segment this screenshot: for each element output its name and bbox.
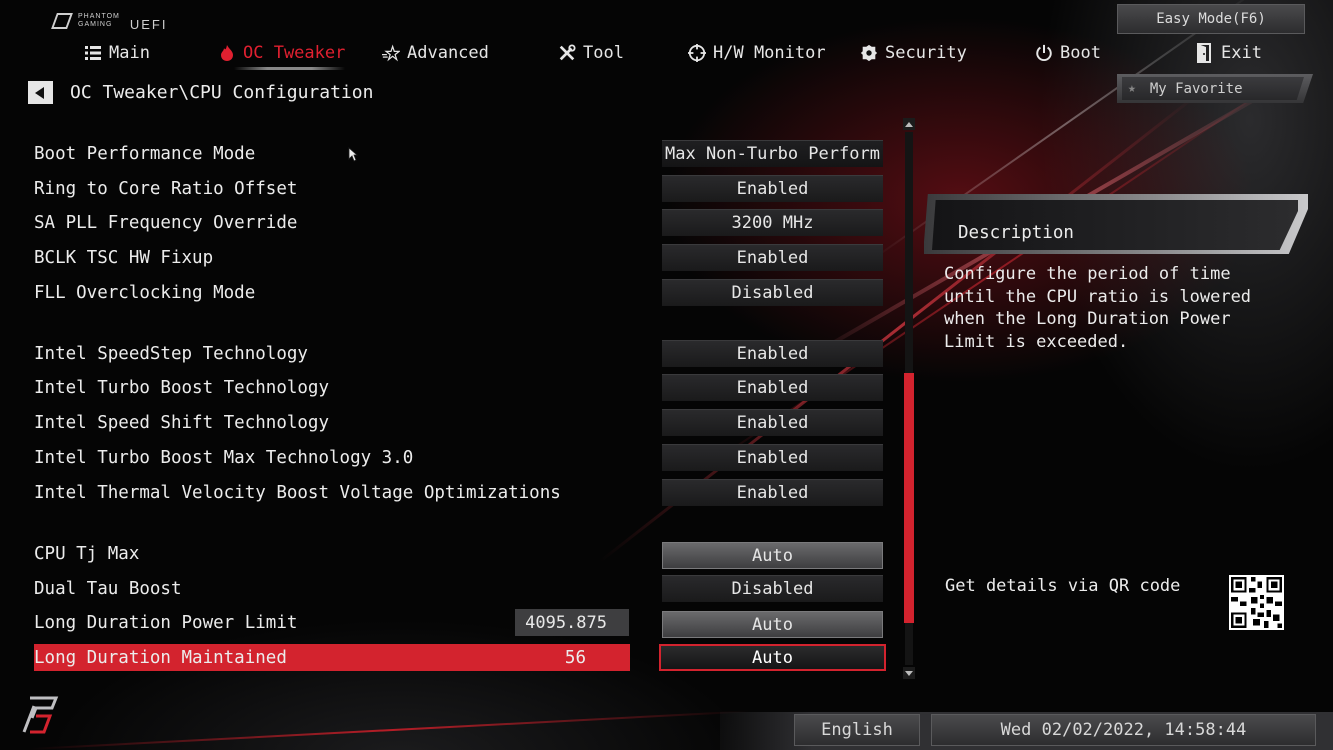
setting-value-bclk-tsc-hw-fixup[interactable]: Enabled: [662, 244, 883, 271]
setting-value-intel-tvb-voltage-opt[interactable]: Enabled: [662, 479, 883, 506]
long-duration-power-limit-number[interactable]: 4095.875: [515, 609, 629, 636]
setting-row-bclk-tsc-hw-fixup[interactable]: BCLK TSC HW Fixup: [34, 244, 630, 271]
date-time-display: Wed 02/02/2022, 14:58:44: [931, 714, 1316, 746]
easy-mode-button[interactable]: Easy Mode(F6): [1117, 4, 1305, 34]
setting-row-sa-pll-frequency-override[interactable]: SA PLL Frequency Override: [34, 209, 630, 236]
phantom-gaming-footer-logo-icon: [16, 692, 62, 742]
setting-row-cpu-tj-max[interactable]: CPU Tj Max: [34, 540, 630, 567]
star-icon: [382, 44, 400, 62]
tab-boot-label: Boot: [1060, 43, 1101, 63]
setting-label: Long Duration Maintained: [34, 647, 287, 668]
setting-value-boot-performance-mode[interactable]: Max Non-Turbo Perform...: [662, 140, 883, 167]
setting-row-dual-tau-boost[interactable]: Dual Tau Boost: [34, 575, 630, 602]
mouse-cursor-icon: [348, 147, 359, 166]
scroll-up-arrow-icon[interactable]: [903, 118, 915, 130]
setting-label: Intel Thermal Velocity Boost Voltage Opt…: [34, 482, 561, 503]
my-favorite-label: My Favorite: [1149, 80, 1243, 97]
brand-text: PHANTOM GAMING: [78, 13, 120, 29]
tab-boot[interactable]: Boot: [1035, 38, 1101, 68]
setting-label: CPU Tj Max: [34, 543, 140, 564]
breadcrumb: OC Tweaker\CPU Configuration: [70, 82, 374, 103]
setting-label: Long Duration Power Limit: [34, 612, 298, 633]
tab-tool-label: Tool: [583, 43, 624, 63]
tab-security-label: Security: [885, 43, 967, 63]
setting-row-intel-tvb-voltage-opt[interactable]: Intel Thermal Velocity Boost Voltage Opt…: [34, 479, 630, 506]
tab-hw-monitor-label: H/W Monitor: [713, 43, 826, 63]
setting-label: SA PLL Frequency Override: [34, 212, 298, 233]
tab-exit[interactable]: Exit: [1196, 38, 1262, 68]
setting-value-intel-turbo-boost-max-3[interactable]: Enabled: [662, 444, 883, 471]
uefi-label: UEFI: [129, 17, 168, 32]
setting-row-fll-overclocking-mode[interactable]: FLL Overclocking Mode: [34, 279, 630, 306]
setting-row-intel-turbo-boost[interactable]: Intel Turbo Boost Technology: [34, 374, 630, 401]
phantom-gaming-mark-icon: [51, 12, 73, 30]
setting-value-dual-tau-boost[interactable]: Disabled: [662, 575, 883, 602]
setting-value-intel-turbo-boost[interactable]: Enabled: [662, 374, 883, 401]
tab-tool[interactable]: Tool: [558, 38, 624, 68]
power-icon: [1035, 44, 1053, 62]
brand-line-2: GAMING: [78, 20, 113, 28]
setting-value-intel-speed-shift[interactable]: Enabled: [662, 409, 883, 436]
crosshair-icon: [688, 44, 706, 62]
tab-oc-tweaker[interactable]: OC Tweaker: [218, 38, 346, 70]
flame-icon: [218, 44, 236, 62]
setting-row-intel-speed-shift[interactable]: Intel Speed Shift Technology: [34, 409, 630, 436]
setting-label: Ring to Core Ratio Offset: [34, 178, 298, 199]
setting-row-intel-speedstep[interactable]: Intel SpeedStep Technology: [34, 340, 630, 367]
setting-value-long-duration-power-limit[interactable]: Auto: [662, 611, 883, 638]
setting-label: FLL Overclocking Mode: [34, 282, 256, 303]
phantom-gaming-logo: PHANTOM GAMING UEFI: [51, 9, 168, 32]
back-button[interactable]: [28, 81, 53, 104]
long-duration-maintained-number[interactable]: 56: [565, 644, 586, 671]
setting-label: Intel Turbo Boost Max Technology 3.0: [34, 447, 414, 468]
setting-row-intel-turbo-boost-max-3[interactable]: Intel Turbo Boost Max Technology 3.0: [34, 444, 630, 471]
setting-value-long-duration-maintained[interactable]: Auto: [659, 644, 886, 671]
scroll-down-arrow-icon[interactable]: [903, 667, 915, 679]
shield-icon: [860, 44, 878, 62]
qr-code-icon[interactable]: [1229, 575, 1284, 630]
setting-label: Boot Performance Mode: [34, 143, 256, 164]
tab-security[interactable]: Security: [860, 38, 967, 68]
tab-oc-tweaker-label: OC Tweaker: [243, 43, 346, 63]
setting-value-cpu-tj-max[interactable]: Auto: [662, 542, 883, 569]
setting-value-ring-to-core-ratio-offset[interactable]: Enabled: [662, 175, 883, 202]
scrollbar-thumb[interactable]: [904, 373, 914, 623]
list-icon: [84, 44, 102, 62]
my-favorite-button[interactable]: ★ My Favorite: [1122, 77, 1304, 100]
setting-row-ring-to-core-ratio-offset[interactable]: Ring to Core Ratio Offset: [34, 175, 630, 202]
setting-label: Intel Speed Shift Technology: [34, 412, 330, 433]
qr-label: Get details via QR code: [945, 576, 1181, 596]
setting-value-sa-pll-frequency-override[interactable]: 3200 MHz: [662, 209, 883, 236]
star-icon: ★: [1128, 81, 1136, 96]
tab-hw-monitor[interactable]: H/W Monitor: [688, 38, 826, 68]
setting-row-long-duration-maintained[interactable]: Long Duration Maintained 56: [34, 644, 630, 671]
tools-icon: [558, 44, 576, 62]
tab-advanced-label: Advanced: [407, 43, 489, 63]
main-nav: Main OC Tweaker Advanced Tool H/W Monito…: [0, 38, 1333, 70]
tab-main-label: Main: [109, 43, 150, 63]
language-button[interactable]: English: [794, 714, 920, 746]
setting-row-boot-performance-mode[interactable]: Boot Performance Mode: [34, 140, 630, 167]
tab-exit-label: Exit: [1221, 43, 1262, 63]
description-title: Description: [958, 223, 1074, 243]
tab-main[interactable]: Main: [84, 38, 150, 68]
setting-label: Intel Turbo Boost Technology: [34, 377, 330, 398]
setting-label: Intel SpeedStep Technology: [34, 343, 308, 364]
setting-value-fll-overclocking-mode[interactable]: Disabled: [662, 279, 883, 306]
setting-label: BCLK TSC HW Fixup: [34, 247, 214, 268]
brand-line-1: PHANTOM: [78, 12, 120, 20]
tab-advanced[interactable]: Advanced: [382, 38, 489, 68]
setting-label: Dual Tau Boost: [34, 578, 182, 599]
description-text: Configure the period of time until the C…: [944, 264, 1252, 352]
exit-door-icon: [1196, 43, 1214, 63]
setting-value-intel-speedstep[interactable]: Enabled: [662, 340, 883, 367]
